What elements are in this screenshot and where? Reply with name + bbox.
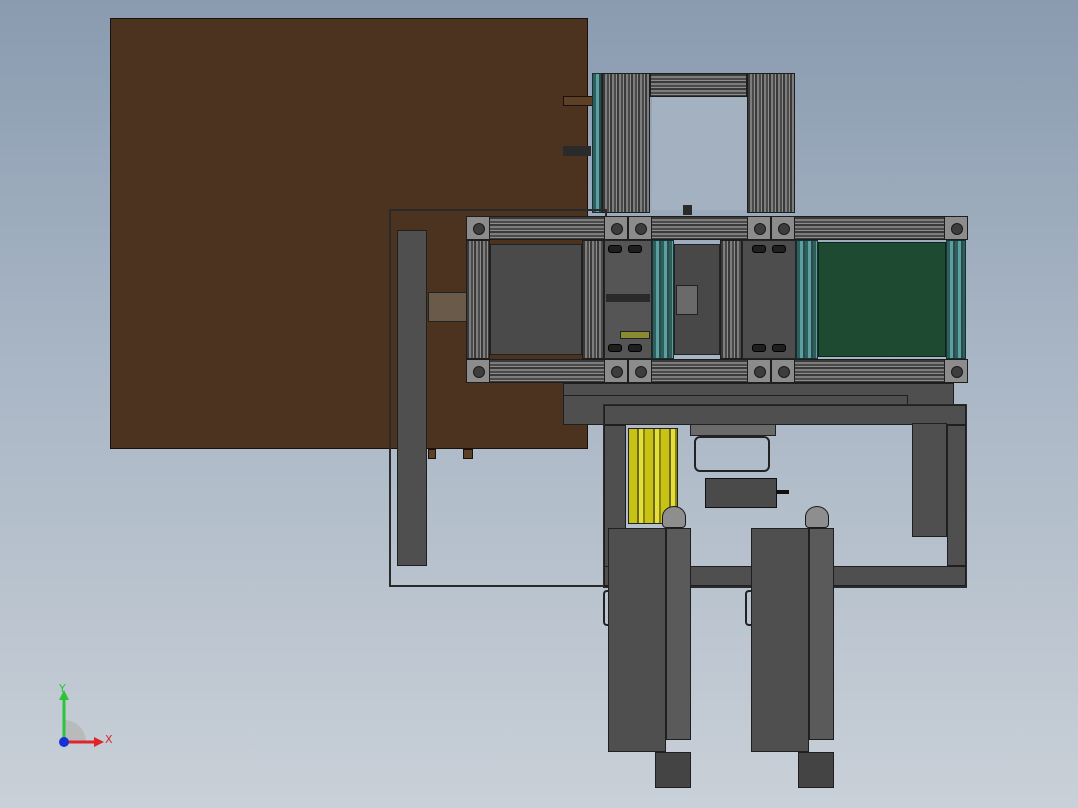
wood-panel-edge-bracket	[563, 96, 593, 106]
motor-bracket	[690, 424, 776, 436]
corner-connector-1	[466, 216, 490, 240]
outfeed-teal-rail	[796, 240, 818, 359]
cylinder-label-plate	[620, 331, 650, 339]
lower-frame-right-block	[912, 423, 947, 537]
chain-drive	[694, 436, 770, 472]
center-bracket	[676, 285, 698, 315]
leg-right-inner	[809, 528, 834, 740]
bearing-2	[628, 245, 642, 253]
main-top-rail	[466, 216, 966, 240]
corner-connector-8	[604, 359, 628, 383]
leg-left-foot	[655, 752, 691, 788]
infeed-divider	[582, 240, 604, 359]
leg-left-handle	[603, 590, 609, 626]
pneumatic-cylinder	[606, 294, 650, 302]
gripper-zone	[742, 240, 796, 359]
upper-left-post-teal	[592, 73, 602, 213]
corner-connector-7	[466, 359, 490, 383]
x-axis-label: X	[105, 733, 113, 746]
corner-connector-9	[628, 359, 652, 383]
infeed-plate	[490, 244, 582, 355]
bearing-8	[772, 344, 786, 352]
bearing-6	[772, 245, 786, 253]
lower-frame-top-beam	[604, 405, 966, 425]
upper-top-beam	[650, 73, 747, 97]
z-axis-dot-icon	[59, 737, 69, 747]
main-right-post	[946, 240, 966, 359]
upper-opening	[652, 97, 747, 210]
drive-motor[interactable]	[705, 478, 777, 508]
caster-right[interactable]	[805, 506, 829, 528]
lower-frame-right-post	[947, 425, 966, 566]
motor-shaft	[777, 490, 789, 494]
coordinate-triad: Y X	[48, 682, 128, 754]
corner-connector-12	[944, 359, 968, 383]
x-axis-arrowhead-icon	[94, 737, 104, 747]
corner-connector-2	[604, 216, 628, 240]
leg-left-inner	[666, 528, 691, 740]
cad-viewport[interactable]: Y X	[0, 0, 1078, 808]
left-frame-inner-plate	[397, 230, 427, 566]
y-axis-label: Y	[59, 682, 66, 695]
corner-connector-6	[944, 216, 968, 240]
upper-left-post	[602, 73, 650, 213]
leg-right-foot	[798, 752, 834, 788]
bearing-5	[752, 245, 766, 253]
sensor-block	[683, 205, 692, 215]
bearing-4	[628, 344, 642, 352]
main-bottom-rail	[466, 359, 966, 383]
pusher-teal-rail	[652, 240, 674, 359]
wood-panel-latch	[563, 146, 591, 156]
corner-connector-5	[771, 216, 795, 240]
corner-connector-10	[747, 359, 771, 383]
leg-right-outer	[751, 528, 809, 752]
leg-left-outer	[608, 528, 666, 752]
caster-left[interactable]	[662, 506, 686, 528]
corner-connector-3	[628, 216, 652, 240]
main-left-post	[466, 240, 490, 359]
upper-right-post	[747, 73, 795, 213]
center-divider	[720, 240, 742, 359]
bearing-3	[608, 344, 622, 352]
bearing-1	[608, 245, 622, 253]
leg-right-handle	[745, 590, 751, 626]
corner-connector-11	[771, 359, 795, 383]
bearing-7	[752, 344, 766, 352]
green-conveyor-belt[interactable]	[818, 242, 946, 357]
corner-connector-4	[747, 216, 771, 240]
